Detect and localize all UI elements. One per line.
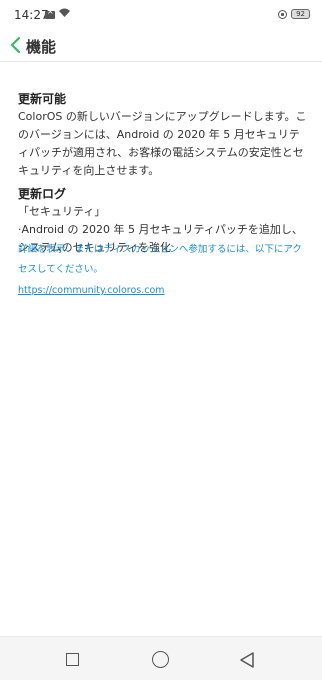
changelog-category: 「セキュリティ」 xyxy=(18,205,106,218)
status-time: 14:27 xyxy=(14,8,49,22)
community-note-text: 詳細を表示、またはディスカッションへ参加するには、以下にアクセスしてください。 xyxy=(18,244,302,275)
title-bar: 機能 xyxy=(0,33,322,63)
available-update-description: ColorOS の新しいバージョンにアップグレードします。このバージョンには、A… xyxy=(18,110,307,177)
chevron-left-icon[interactable] xyxy=(8,35,24,55)
recent-apps-icon[interactable] xyxy=(66,653,79,666)
status-bar: 14:27 92 xyxy=(0,0,322,30)
home-icon[interactable] xyxy=(152,651,169,668)
mail-icon xyxy=(45,7,55,19)
title-divider xyxy=(0,61,322,62)
back-icon[interactable] xyxy=(238,651,256,669)
status-right-group: 92 xyxy=(278,9,310,19)
battery-icon: 92 xyxy=(291,9,310,19)
wifi-icon xyxy=(58,6,71,19)
navigation-bar xyxy=(0,636,322,680)
community-note: 詳細を表示、またはディスカッションへ参加するには、以下にアクセスしてください。 … xyxy=(18,240,310,301)
page-title: 機能 xyxy=(26,38,57,56)
changelog-title: 更新ログ xyxy=(18,187,67,201)
community-link[interactable]: https://community.coloros.com xyxy=(18,281,310,301)
available-update-title: 更新可能 xyxy=(18,92,67,106)
lock-icon xyxy=(278,9,288,19)
